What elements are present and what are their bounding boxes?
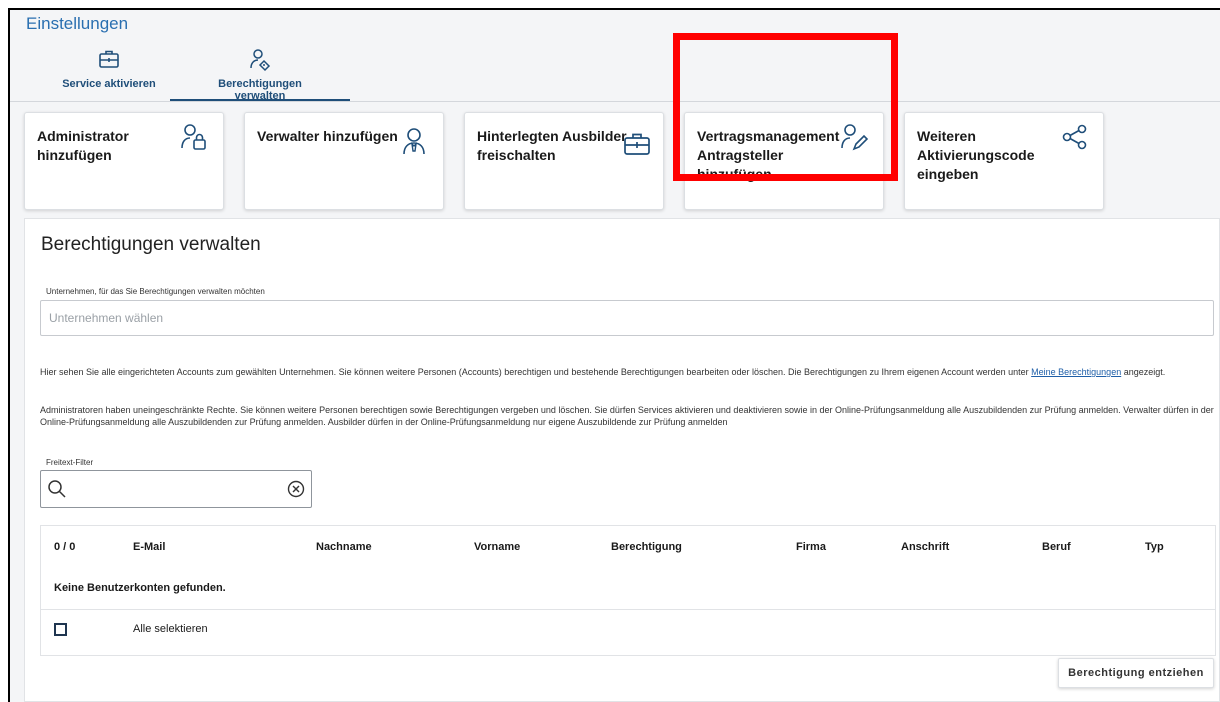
clear-icon[interactable] bbox=[287, 480, 305, 503]
tab-divider bbox=[10, 101, 1220, 102]
empty-table-message: Keine Benutzerkonten gefunden. bbox=[54, 582, 226, 594]
card-administrator-hinzufuegen[interactable]: Administrator hinzufügen bbox=[24, 112, 224, 210]
card-label: Weiteren Aktivierungscode eingeben bbox=[917, 128, 1035, 182]
column-header-firma[interactable]: Firma bbox=[796, 541, 826, 553]
card-label: Administrator hinzufügen bbox=[37, 128, 129, 163]
briefcase-icon bbox=[623, 131, 651, 162]
company-field-label: Unternehmen, für das Sie Berechtigungen … bbox=[46, 287, 265, 296]
meine-berechtigungen-link[interactable]: Meine Berechtigungen bbox=[1031, 367, 1121, 377]
column-header-beruf[interactable]: Beruf bbox=[1042, 541, 1071, 553]
section-heading: Berechtigungen verwalten bbox=[41, 234, 261, 255]
column-header-vorname[interactable]: Vorname bbox=[474, 541, 520, 553]
card-ausbilder-freischalten[interactable]: Hinterlegten Ausbilder freischalten bbox=[464, 112, 664, 210]
info-text-roles: Administratoren haben uneingeschränkte R… bbox=[40, 405, 1214, 427]
freitext-filter-input[interactable] bbox=[40, 470, 312, 508]
table-divider bbox=[40, 609, 1216, 610]
search-icon bbox=[47, 479, 67, 504]
user-tie-icon bbox=[399, 127, 429, 162]
column-header-berechtigung[interactable]: Berechtigung bbox=[611, 541, 682, 553]
select-all-checkbox[interactable] bbox=[54, 623, 67, 636]
column-header-anschrift[interactable]: Anschrift bbox=[901, 541, 949, 553]
info-text-accounts: Hier sehen Sie alle eingerichteten Accou… bbox=[40, 367, 1166, 377]
highlight-annotation-box bbox=[673, 33, 898, 181]
user-lock-icon bbox=[179, 123, 209, 158]
select-all-label[interactable]: Alle selektieren bbox=[133, 623, 208, 635]
card-label: Hinterlegten Ausbilder freischalten bbox=[477, 128, 627, 163]
tab-label: Service aktivieren bbox=[62, 78, 156, 90]
card-aktivierungscode-eingeben[interactable]: Weiteren Aktivierungscode eingeben bbox=[904, 112, 1104, 210]
page-title: Einstellungen bbox=[26, 14, 129, 33]
column-header-typ[interactable]: Typ bbox=[1145, 541, 1164, 553]
active-tab-indicator bbox=[170, 99, 350, 101]
user-tag-icon bbox=[195, 48, 325, 74]
share-icon bbox=[1061, 123, 1089, 156]
column-header-email[interactable]: E-Mail bbox=[133, 541, 165, 553]
card-verwalter-hinzufuegen[interactable]: Verwalter hinzufügen bbox=[244, 112, 444, 210]
tab-berechtigungen-verwalten[interactable]: Berechtigungen verwalten bbox=[195, 48, 325, 102]
row-count: 0 / 0 bbox=[54, 541, 76, 553]
filter-label: Freitext-Filter bbox=[46, 458, 94, 467]
tab-service-aktivieren[interactable]: Service aktivieren bbox=[44, 48, 174, 90]
briefcase-icon bbox=[44, 48, 174, 74]
company-select[interactable]: Unternehmen wählen bbox=[40, 300, 1214, 336]
column-header-nachname[interactable]: Nachname bbox=[316, 541, 372, 553]
card-label: Verwalter hinzufügen bbox=[257, 128, 398, 144]
company-select-placeholder: Unternehmen wählen bbox=[49, 311, 164, 325]
revoke-permission-button[interactable]: Berechtigung entziehen bbox=[1058, 658, 1214, 688]
